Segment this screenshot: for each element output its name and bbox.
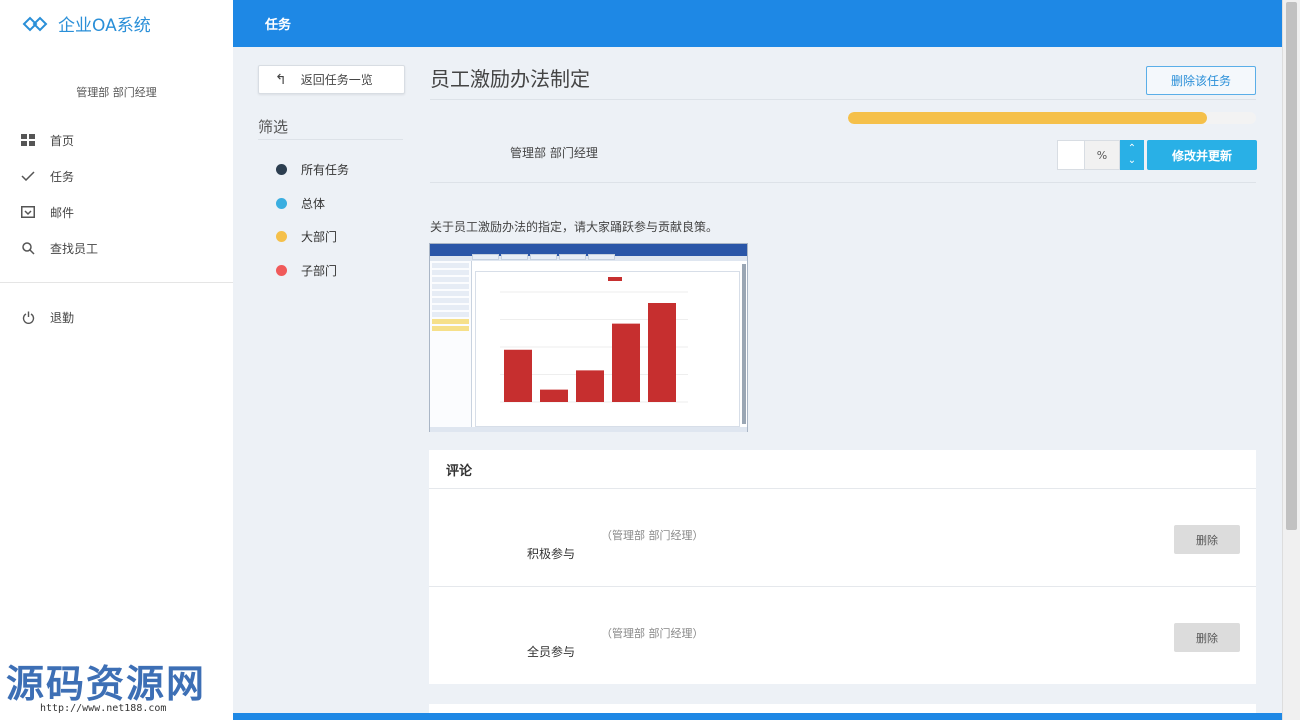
attachment-tabs [472,254,615,261]
inbox-icon [20,204,36,220]
search-icon [20,240,36,256]
comment-input-card [429,704,1256,713]
progress-fill [848,112,1208,124]
sidebar-item-label: 任务 [50,169,75,184]
filter-overall[interactable]: 总体 [276,195,325,212]
sidebar-item-logout[interactable]: 退勤 [0,299,233,335]
delete-comment-button[interactable]: 删除 [1174,623,1240,652]
chevron-down-icon[interactable]: ⌄ [1128,155,1136,167]
task-assignee: 管理部 部门经理 [510,146,598,160]
percent-unit: % [1084,140,1120,170]
chart-bar [504,349,532,402]
brand[interactable]: 企业OA系统 [0,0,233,47]
app-title: 企业OA系统 [58,16,151,36]
dot-icon [276,164,287,175]
sidebar-item-home[interactable]: 首页 [0,122,233,158]
logo-icon [22,16,48,31]
sidebar: 企业OA系统 管理部 部门经理 首页 任务 邮件 查找员工 退勤 源码资源网 h… [0,0,233,720]
filter-divider [258,139,403,140]
delete-comment-button[interactable]: 删除 [1174,525,1240,554]
attachment-sidebar [430,261,472,429]
scrollbar-thumb[interactable] [1286,2,1297,530]
comments-section: 评论 （管理部 部门经理） 积极参与 删除 （管理部 部门经理） 全员参与 删除 [429,450,1256,684]
attachment-scrollbar [742,264,746,424]
attachment-footer-bar [430,427,747,432]
page-scrollbar[interactable] [1282,0,1300,720]
task-title: 员工激励办法制定 [430,67,590,91]
sidebar-divider [0,282,233,283]
dot-icon [276,231,287,242]
task-progress-bar [848,112,1256,124]
delete-task-button[interactable]: 删除该任务 [1146,66,1256,95]
comment-author: （管理部 部门经理） [601,627,704,640]
chevron-up-icon[interactable]: ⌃ [1128,143,1136,155]
user-role: 管理部 部门经理 [76,86,157,99]
sidebar-item-find-employee[interactable]: 查找员工 [0,230,233,266]
comment-text: 积极参与 [527,547,576,561]
filter-major-department[interactable]: 大部门 [276,228,337,245]
filter-label: 总体 [301,197,326,211]
sidebar-item-label: 邮件 [50,205,75,220]
dashboard-icon [20,132,36,148]
back-to-task-list-button[interactable]: ↰ 返回任务一览 [258,65,405,94]
attachment-bar-chart [500,277,688,403]
power-icon [20,309,36,325]
sidebar-item-label: 查找员工 [50,241,99,256]
chart-legend-swatch [608,277,622,281]
dot-icon [276,265,287,276]
check-icon [20,168,36,184]
task-description: 关于员工激励办法的指定，请大家踊跃参与贡献良策。 [430,220,719,234]
filter-title: 筛选 [258,118,289,136]
section-divider [430,182,1256,183]
sidebar-item-tasks[interactable]: 任务 [0,158,233,194]
dot-icon [276,198,287,209]
sidebar-item-mail[interactable]: 邮件 [0,194,233,230]
update-progress-button[interactable]: 修改并更新 [1147,140,1257,170]
filter-label: 子部门 [301,264,338,278]
chart-bar [612,323,640,402]
sidebar-item-label: 首页 [50,133,75,148]
watermark-logo: 源码资源网 [6,661,207,706]
page-title: 任务 [265,18,292,33]
comment-item: （管理部 部门经理） 全员参与 删除 [429,587,1256,685]
filter-label: 大部门 [301,230,338,244]
comment-author: （管理部 部门经理） [601,529,704,542]
footer-bar [233,713,1282,720]
comment-text: 全员参与 [527,645,576,659]
watermark-url: http://www.net188.com [40,703,167,714]
comments-title: 评论 [429,450,1256,489]
sidebar-item-label: 退勤 [50,310,75,325]
back-arrow-icon: ↰ [275,71,287,88]
chart-bar [648,303,676,402]
header: 任务 [233,0,1282,47]
filter-sub-department[interactable]: 子部门 [276,262,337,279]
filter-all-tasks[interactable]: 所有任务 [276,161,349,178]
back-button-label: 返回任务一览 [300,73,373,87]
chart-bar [576,370,604,402]
percent-input[interactable] [1057,140,1085,170]
filter-label: 所有任务 [301,163,350,177]
chart-bar [540,389,568,402]
percent-stepper[interactable]: ⌃ ⌄ [1120,140,1144,170]
title-divider [430,99,1256,100]
attachment-image[interactable] [429,243,748,432]
comment-item: （管理部 部门经理） 积极参与 删除 [429,489,1256,587]
